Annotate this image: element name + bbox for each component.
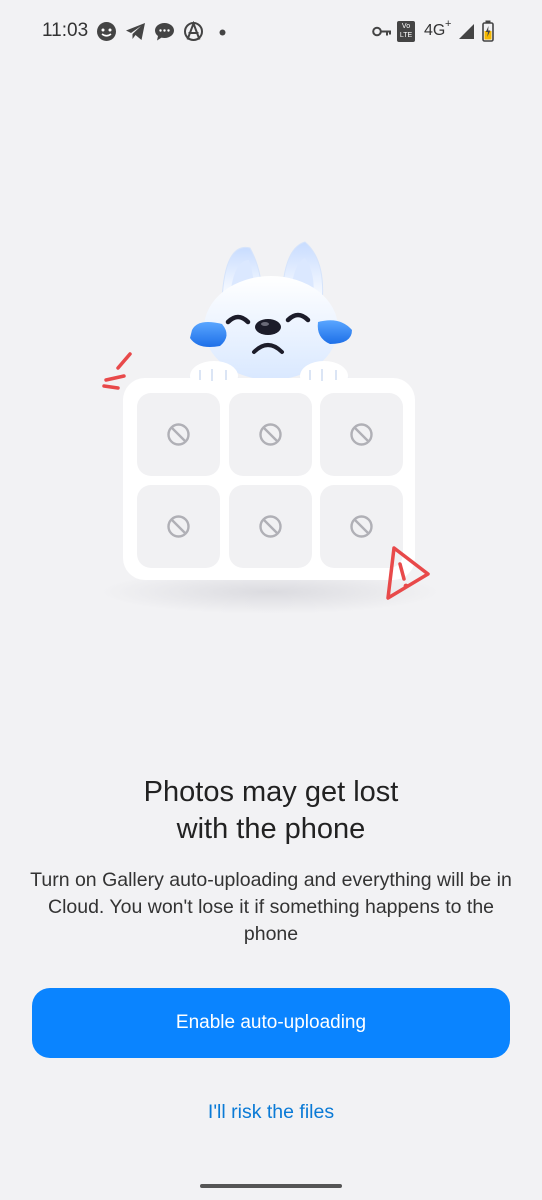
telegram-icon xyxy=(126,23,145,40)
title-line-1: Photos may get lost xyxy=(143,776,399,808)
photo-cell xyxy=(137,393,220,476)
photo-cell xyxy=(320,485,403,568)
status-time: 11:03 xyxy=(42,20,89,41)
photo-cell xyxy=(137,485,220,568)
photo-cell xyxy=(320,393,403,476)
chat-bubble-smile-icon xyxy=(97,22,116,41)
dot-icon xyxy=(219,29,226,36)
description-text: Turn on Gallery auto-uploading and every… xyxy=(30,869,512,945)
volte-label-bottom: LTE xyxy=(399,32,413,39)
enable-auto-uploading-button[interactable]: Enable auto-uploading xyxy=(32,988,510,1058)
signal-icon xyxy=(459,24,474,39)
volte-label-top: Vo xyxy=(401,23,411,30)
battery-charging-icon xyxy=(482,20,494,42)
alert-lines-icon xyxy=(102,352,132,390)
title-line-2: with the phone xyxy=(176,813,366,845)
status-bar: 11:03 Vo LTE 4G + xyxy=(0,0,542,64)
photo-cell xyxy=(229,485,312,568)
page-title: Photos may get lost with the phone xyxy=(40,774,502,848)
network-plus-label: + xyxy=(445,18,452,30)
risk-files-link[interactable]: I'll risk the files xyxy=(121,1092,421,1132)
anarchy-icon xyxy=(184,21,203,41)
volte-icon: Vo LTE xyxy=(397,21,415,42)
vpn-key-icon xyxy=(372,26,391,37)
message-bubble-icon xyxy=(155,23,174,41)
lost-photos-illustration xyxy=(100,241,440,614)
photo-grid-card xyxy=(123,361,415,580)
home-indicator[interactable] xyxy=(200,1184,342,1188)
photo-cell xyxy=(229,393,312,476)
network-type-label: 4G xyxy=(424,22,446,39)
